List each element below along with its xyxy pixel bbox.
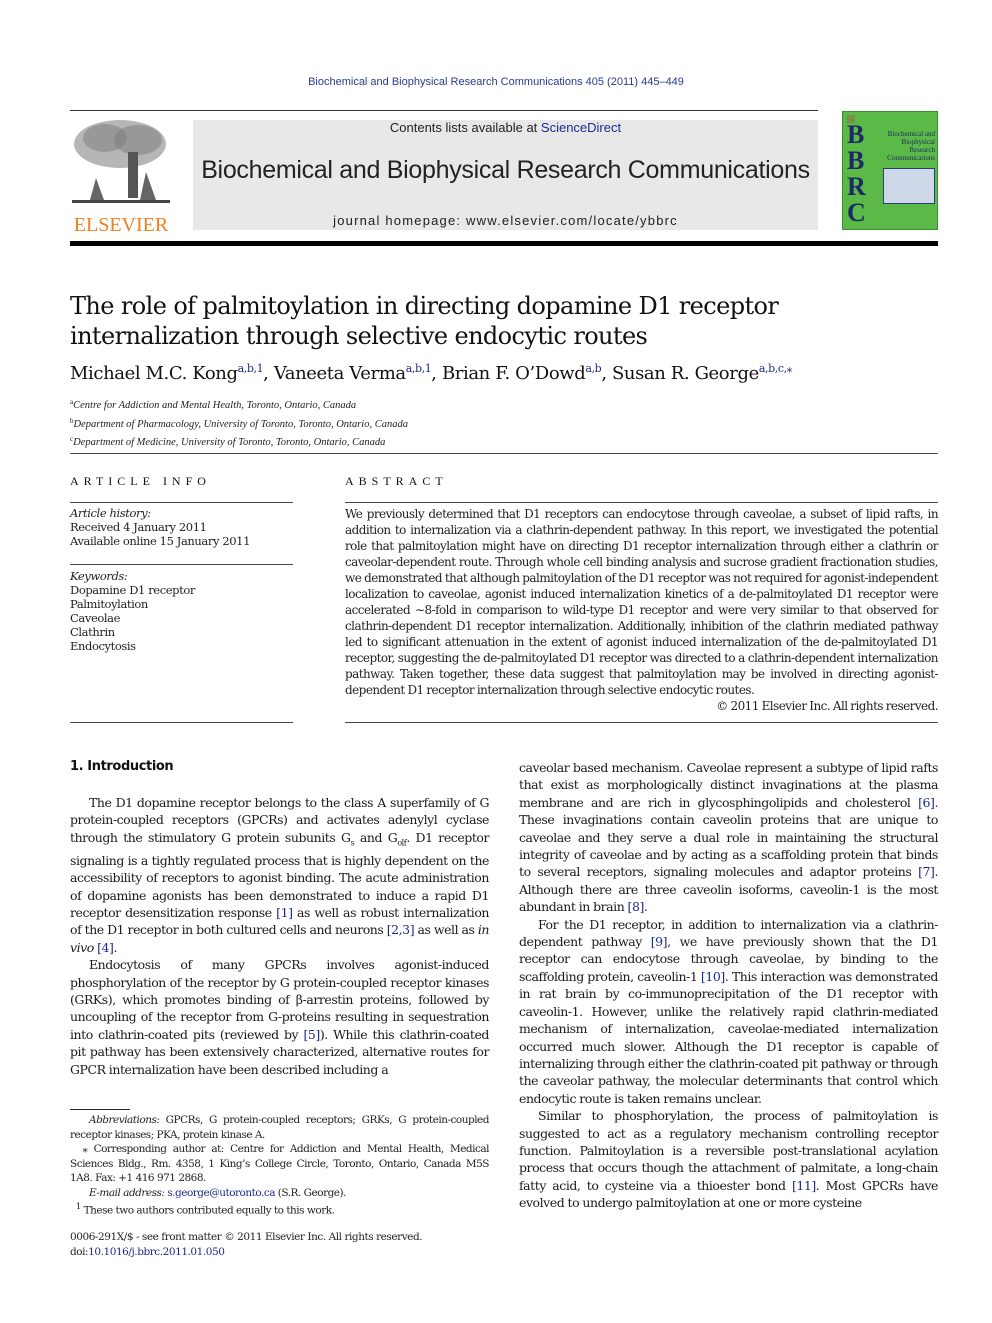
citation-link[interactable]: [4] [97, 940, 114, 955]
paragraph: Similar to phosphorylation, the process … [519, 1108, 939, 1211]
author-affil-marks[interactable]: a,b,c,⁎ [759, 362, 792, 375]
article-title: The role of palmitoylation in directing … [70, 292, 779, 350]
citation-link[interactable]: [7] [918, 864, 935, 879]
keyword: Clathrin [70, 625, 115, 639]
affiliations: aCentre for Addiction and Mental Health,… [70, 395, 408, 451]
journal-reference-link[interactable]: Biochemical and Biophysical Research Com… [0, 76, 992, 88]
citation-link[interactable]: [2,3] [387, 922, 415, 937]
header-rule [70, 110, 818, 111]
paragraph: caveolar based mechanism. Caveolae repre… [519, 760, 938, 915]
header-thick-rule [70, 241, 938, 246]
article-history: Article history: Received 4 January 2011… [70, 506, 250, 548]
doi-line: doi:10.1016/j.bbrc.2011.01.050 [70, 1245, 225, 1258]
article-info-rule [70, 502, 293, 503]
footnote-rule [70, 1109, 130, 1110]
available-date: Available online 15 January 2011 [70, 534, 250, 548]
abstract-text: We previously determined that D1 recepto… [345, 507, 939, 697]
keyword: Palmitoylation [70, 597, 148, 611]
keyword: Dopamine D1 receptor [70, 583, 195, 597]
cover-image [883, 168, 935, 204]
doi-link[interactable]: 10.1016/j.bbrc.2011.01.050 [88, 1246, 225, 1258]
citation-link[interactable]: [8] [628, 899, 645, 914]
article-info-heading: ARTICLE INFO [70, 474, 211, 488]
journal-cover[interactable]: BBRC Biochemical and Biophysical Researc… [842, 111, 938, 230]
abstract-rule [345, 502, 938, 503]
author-name[interactable]: Susan R. George [612, 363, 759, 384]
contents-line: Contents lists available at ScienceDirec… [193, 120, 818, 135]
journal-banner: Contents lists available at ScienceDirec… [193, 120, 818, 230]
section-heading: 1. Introduction [70, 759, 174, 774]
affiliation: aCentre for Addiction and Mental Health,… [70, 398, 357, 411]
equal-contribution-footnote: 1 These two authors contributed equally … [75, 1202, 335, 1217]
keywords-label: Keywords: [70, 569, 128, 583]
citation-link[interactable]: [11] [792, 1178, 816, 1193]
author-name[interactable]: Michael M.C. Kong [70, 363, 238, 384]
abstract-heading: ABSTRACT [345, 474, 448, 488]
body-column-left: The D1 dopamine receptor belongs to the … [70, 794, 489, 1078]
contents-prefix: Contents lists available at [389, 120, 541, 135]
abstract-rule [345, 722, 938, 723]
elsevier-logo[interactable]: ELSEVIER [70, 116, 172, 236]
citation-link[interactable]: [6] [918, 795, 935, 810]
keyword: Caveolae [70, 611, 121, 625]
sciencedirect-link[interactable]: ScienceDirect [541, 120, 621, 135]
received-date: Received 4 January 2011 [70, 520, 207, 534]
affiliation: cDepartment of Medicine, University of T… [70, 435, 386, 448]
citation-link[interactable]: [10] [701, 969, 725, 984]
abstract-copyright: © 2011 Elsevier Inc. All rights reserved… [716, 699, 938, 713]
author-affil-marks[interactable]: a,b,1 [406, 362, 432, 375]
citation-link[interactable]: [9] [651, 934, 668, 949]
article-info-rule [70, 722, 293, 723]
journal-homepage-link[interactable]: journal homepage: www.elsevier.com/locat… [193, 213, 818, 228]
citation-link[interactable]: [1] [276, 905, 293, 920]
bottom-meta: 0006-291X/$ - see front matter © 2011 El… [70, 1230, 423, 1259]
journal-title: Biochemical and Biophysical Research Com… [201, 156, 810, 184]
elsevier-tree-icon [72, 120, 170, 203]
abstract-body: We previously determined that D1 recepto… [345, 506, 939, 714]
body-column-right: caveolar based mechanism. Caveolae repre… [519, 759, 938, 1212]
author-affil-marks[interactable]: a,b,1 [238, 362, 264, 375]
corresponding-footnote: ⁎ Corresponding author at: Centre for Ad… [70, 1143, 490, 1184]
keywords: Keywords: Dopamine D1 receptor Palmitoyl… [70, 569, 195, 653]
affiliation: bDepartment of Pharmacology, University … [70, 416, 408, 430]
issn-line: 0006-291X/$ - see front matter © 2011 El… [70, 1231, 423, 1243]
citation-link[interactable]: [5] [304, 1027, 321, 1042]
email-footnote: E-mail address: s.george@utoronto.ca (S.… [89, 1186, 346, 1199]
cover-title: Biochemical and Biophysical Research Com… [887, 130, 935, 162]
cover-letters: BBRC [847, 120, 866, 227]
author-list: Michael M.C. Konga,b,1, Vaneeta Vermaa,b… [70, 362, 792, 384]
paragraph: For the D1 receptor, in addition to inte… [519, 916, 938, 1106]
history-label: Article history: [70, 506, 151, 520]
section-rule [70, 453, 938, 454]
footnotes: Abbreviations: GPCRs, G protein-coupled … [70, 1113, 490, 1218]
paragraph: Endocytosis of many GPCRs involves agoni… [70, 957, 489, 1077]
elsevier-wordmark: ELSEVIER [73, 214, 169, 236]
author-name[interactable]: Brian F. O’Dowd [442, 363, 586, 384]
paragraph: The D1 dopamine receptor belongs to the … [70, 795, 490, 955]
author-affil-marks[interactable]: a,b [585, 362, 601, 375]
keyword: Endocytosis [70, 639, 136, 653]
email-link[interactable]: s.george@utoronto.ca [167, 1187, 275, 1199]
abbreviations-footnote: Abbreviations: GPCRs, G protein-coupled … [70, 1114, 490, 1141]
author-name[interactable]: Vaneeta Verma [274, 363, 406, 384]
article-info-rule [70, 564, 293, 565]
